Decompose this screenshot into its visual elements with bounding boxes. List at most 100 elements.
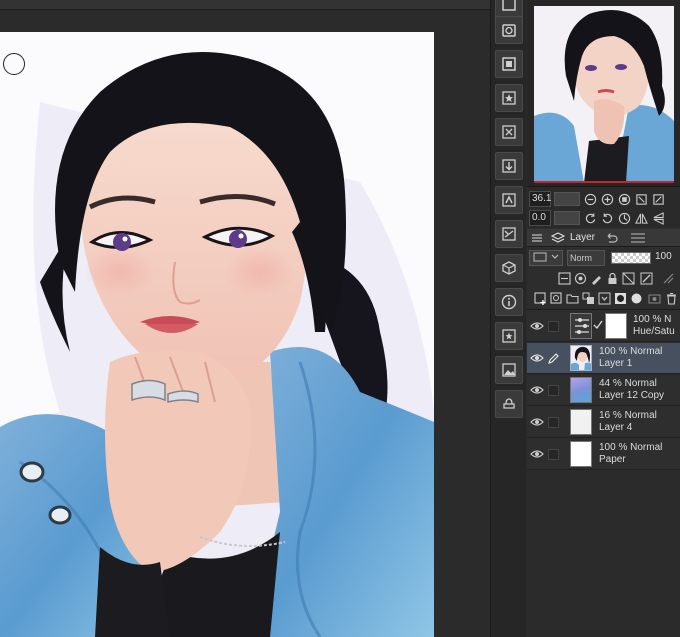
palette-color-icon[interactable] xyxy=(661,271,675,285)
blend-mode-dropdown[interactable]: Norm xyxy=(567,250,605,266)
layer-row-selected[interactable]: 100 % Normal Layer 1 xyxy=(527,343,680,374)
fit-icon[interactable] xyxy=(634,192,648,206)
zoom-in-icon[interactable] xyxy=(600,192,614,206)
layer-row[interactable]: 100 % Normal Paper xyxy=(527,439,680,470)
rotate-right-icon[interactable] xyxy=(600,211,614,225)
artwork-painting xyxy=(0,32,434,637)
edit-target-cell[interactable] xyxy=(548,321,559,332)
canvas-top-strip xyxy=(0,0,490,10)
zoom-out-icon[interactable] xyxy=(583,192,597,206)
import-icon[interactable] xyxy=(495,152,523,180)
layer-opacity-mode: 100 % Normal xyxy=(599,442,663,453)
3d-icon[interactable] xyxy=(495,254,523,282)
navigator-preview-image xyxy=(534,6,674,181)
actual-size-icon[interactable] xyxy=(617,192,631,206)
reference-icon[interactable] xyxy=(573,271,587,285)
pen-edit-icon[interactable] xyxy=(548,353,559,364)
layer-thumbnail xyxy=(570,409,592,435)
layer-name: Layer 4 xyxy=(599,422,633,433)
image-icon[interactable] xyxy=(495,356,523,384)
adjust-icon[interactable] xyxy=(495,220,523,248)
layer-name: Paper xyxy=(599,454,626,465)
layer-tab-bar: Layer xyxy=(527,229,680,247)
mask-link-icon xyxy=(593,320,603,330)
info-icon[interactable] xyxy=(495,288,523,316)
auto-action-icon[interactable] xyxy=(629,231,647,245)
menu-icon[interactable] xyxy=(531,232,543,244)
create-mask-icon[interactable] xyxy=(613,291,627,305)
layer-text: 44 % Normal Layer 12 Copy xyxy=(599,378,664,402)
app-window: 36.1 0.0 Layer Norm 100 100 % N Hue/Satu… xyxy=(0,0,680,637)
rotation-slider[interactable] xyxy=(554,211,580,225)
mask-toggle-icon[interactable] xyxy=(639,271,653,285)
layer-text: 16 % Normal Layer 4 xyxy=(599,410,657,434)
material-icon[interactable] xyxy=(495,118,523,146)
layer-row[interactable]: 16 % Normal Layer 4 xyxy=(527,407,680,438)
lock-icon[interactable] xyxy=(605,271,619,285)
transfer-down-icon[interactable] xyxy=(581,291,595,305)
layer-opacity-mode: 44 % Normal xyxy=(599,378,657,389)
layers-icon[interactable] xyxy=(551,231,565,245)
rotate-left-icon[interactable] xyxy=(583,211,597,225)
paper-thumbnail xyxy=(570,441,592,467)
portrait-thumbnail-image xyxy=(571,346,591,370)
command-bar-vertical xyxy=(490,0,526,637)
layer-row[interactable]: 44 % Normal Layer 12 Copy xyxy=(527,375,680,406)
blend-mode-value: Norm xyxy=(570,253,592,263)
opacity-slider[interactable] xyxy=(611,252,651,264)
merge-down-icon[interactable] xyxy=(597,291,611,305)
layer-name: Hue/Satu xyxy=(633,326,675,337)
layer-tool-rows xyxy=(527,268,680,310)
visibility-eye-icon[interactable] xyxy=(530,320,544,332)
visibility-eye-icon[interactable] xyxy=(530,384,544,396)
layer-name: Layer 1 xyxy=(599,358,633,369)
layer-name: Layer 12 Copy xyxy=(599,390,665,401)
visibility-eye-icon[interactable] xyxy=(530,352,544,364)
layer-blend-row: Norm 100 xyxy=(527,248,680,268)
draft-icon[interactable] xyxy=(589,271,603,285)
new-vector-layer-icon[interactable] xyxy=(549,291,563,305)
star-icon[interactable] xyxy=(495,84,523,112)
stamp-icon[interactable] xyxy=(495,390,523,418)
new-folder-icon[interactable] xyxy=(565,291,579,305)
layer-property-icon[interactable] xyxy=(495,16,523,44)
edit-target-cell[interactable] xyxy=(548,449,559,460)
layer-row[interactable]: 100 % N Hue/Satu xyxy=(527,311,680,342)
edit-target-cell[interactable] xyxy=(548,417,559,428)
apply-mask-icon[interactable] xyxy=(629,291,643,305)
clip-icon[interactable] xyxy=(557,271,571,285)
frame-icon[interactable] xyxy=(495,50,523,78)
rotation-field[interactable]: 0.0 xyxy=(529,210,551,226)
layer-thumbnail xyxy=(570,377,592,403)
tab-layer[interactable]: Layer xyxy=(570,232,595,243)
artwork-canvas[interactable] xyxy=(0,32,434,637)
new-raster-layer-icon[interactable] xyxy=(533,291,547,305)
flip-vertical-icon[interactable] xyxy=(651,211,665,225)
visibility-eye-icon[interactable] xyxy=(530,448,544,460)
canvas-area[interactable] xyxy=(0,0,490,637)
transform-icon[interactable] xyxy=(495,186,523,214)
visibility-eye-icon[interactable] xyxy=(530,416,544,428)
delete-layer-icon[interactable] xyxy=(664,291,678,305)
edit-target-cell[interactable] xyxy=(548,385,559,396)
navigator-preview[interactable] xyxy=(534,6,674,183)
layer-thumbnail xyxy=(570,345,592,371)
layer-settings-icon[interactable] xyxy=(647,291,661,305)
adjustment-icon xyxy=(575,318,589,334)
zoom-slider[interactable] xyxy=(554,192,580,206)
brush-cursor xyxy=(3,53,25,75)
layer-opacity-mode: 16 % Normal xyxy=(599,410,657,421)
fit-width-icon[interactable] xyxy=(651,192,665,206)
favorite-icon[interactable] xyxy=(495,322,523,350)
layer-color-dropdown[interactable] xyxy=(529,250,563,266)
zoom-field[interactable]: 36.1 xyxy=(529,191,551,207)
layer-text: 100 % N Hue/Satu xyxy=(633,314,675,338)
opacity-value[interactable]: 100 xyxy=(655,251,672,262)
history-icon[interactable] xyxy=(605,231,619,245)
navigator-panel xyxy=(527,0,680,186)
reset-rotation-icon[interactable] xyxy=(617,211,631,225)
layer-opacity-mode: 100 % N xyxy=(633,314,672,325)
flip-horizontal-icon[interactable] xyxy=(634,211,648,225)
layer-mask-thumbnail[interactable] xyxy=(605,313,627,339)
lock-transparent-icon[interactable] xyxy=(621,271,635,285)
